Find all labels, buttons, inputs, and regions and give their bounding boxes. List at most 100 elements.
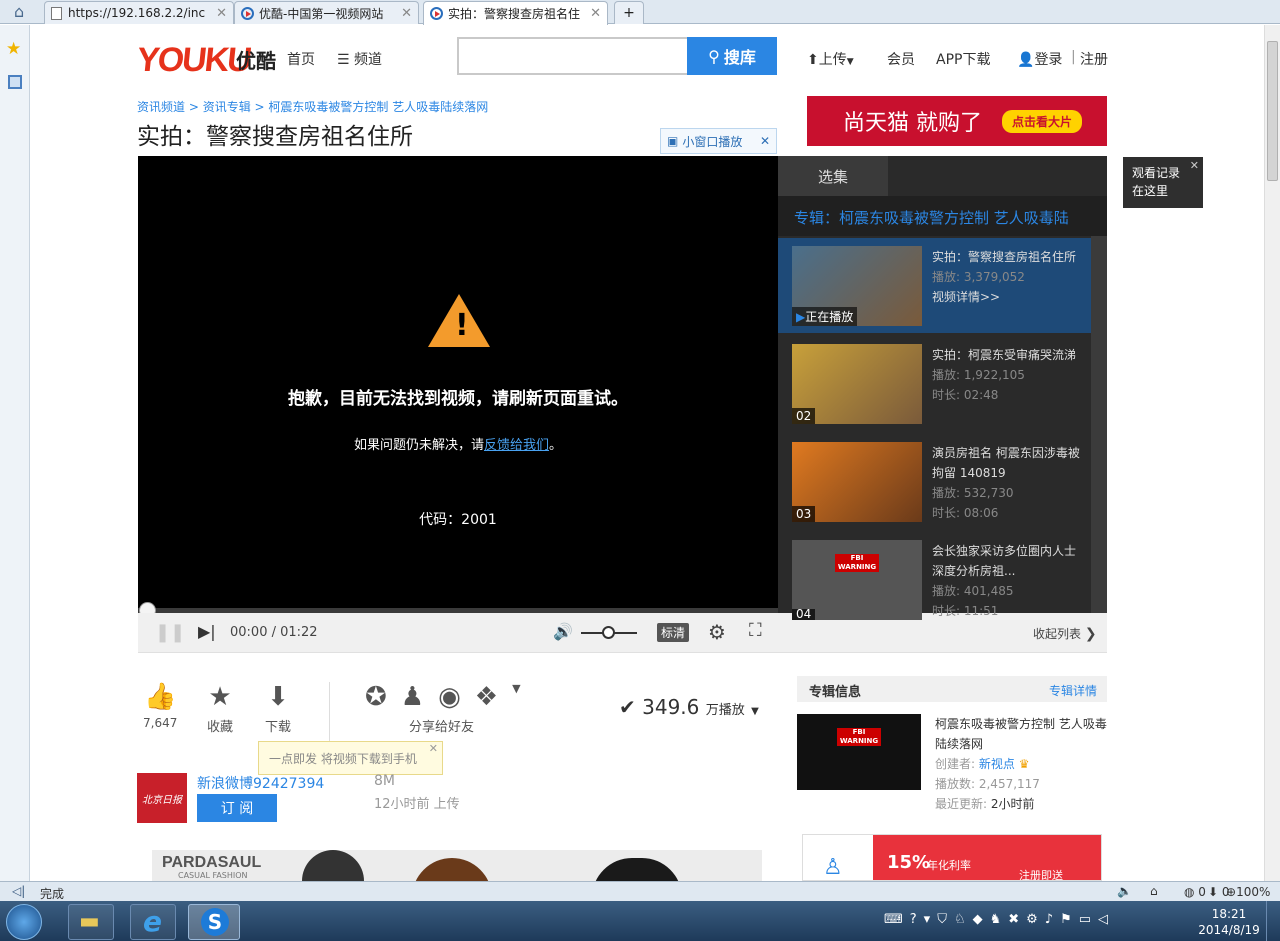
close-tab-icon[interactable]: ✕ — [401, 6, 412, 21]
upload-menu[interactable]: ⬆上传▼ — [807, 49, 854, 69]
thumbs-up-icon: 👍 — [143, 682, 177, 712]
member-link[interactable]: 会员 — [887, 49, 915, 69]
scrollbar-thumb[interactable] — [1267, 41, 1278, 181]
youku-logo[interactable]: YOUKU — [135, 41, 252, 80]
start-button[interactable] — [6, 904, 42, 940]
close-tab-icon[interactable]: ✕ — [590, 6, 601, 21]
ad-cta-button[interactable]: 点击看大片 — [1002, 109, 1083, 133]
nav-home[interactable]: 首页 — [287, 49, 315, 69]
breadcrumb-item[interactable]: 资讯频道 — [137, 100, 185, 114]
explorer-taskbar-button[interactable]: ▬ — [68, 904, 114, 940]
download-button[interactable]: ⬇ 下载 — [265, 682, 291, 735]
fullscreen-icon[interactable]: ⛶ — [749, 620, 762, 641]
avatar[interactable]: 北京日报 — [137, 773, 187, 823]
favorite-button[interactable]: ★ 收藏 — [207, 682, 233, 735]
playlist-item[interactable]: ▶正在播放 实拍：警察搜查房祖名住所 播放: 3,379,052 视频详情>> — [778, 238, 1091, 333]
play-icon: ▶ — [796, 310, 806, 324]
pause-icon[interactable]: ❚❚ — [155, 622, 185, 643]
app-download-link[interactable]: APP下载 — [936, 49, 990, 69]
mini-window-button[interactable]: ▣ 小窗口播放 ✕ — [660, 128, 777, 154]
wechat-icon[interactable]: ❖ — [475, 682, 498, 716]
crown-icon: ♛ — [1018, 757, 1030, 771]
menu-icon: ☰ — [337, 52, 350, 68]
page-scrollbar[interactable] — [1264, 25, 1280, 881]
close-icon[interactable]: ✕ — [1190, 157, 1199, 175]
playlist-heading[interactable]: 专辑：柯震东吸毒被警方控制 艺人吸毒陆 — [778, 196, 1107, 236]
volume-handle[interactable] — [602, 626, 615, 639]
qzone-star-icon[interactable]: ✪ — [365, 682, 387, 716]
clock[interactable]: 18:21 2014/8/19 — [1196, 906, 1262, 938]
home-icon[interactable]: ⌂ — [14, 2, 24, 21]
mini-window-icon: ▣ — [667, 134, 679, 148]
login-link[interactable]: 👤登录 — [1017, 49, 1062, 69]
web-page: YOUKU 优酷 首页 ☰ 频道 ⚲ 搜库 ⬆上传▼ 会员 APP下载 👤登录 |… — [31, 25, 1213, 881]
browser-tab-1[interactable]: https://192.168.2.2/inc ✕ — [44, 1, 234, 24]
play-count: ✔ 349.6 万播放 ▼ — [619, 695, 759, 719]
favorites-star-icon[interactable]: ★ — [6, 39, 21, 59]
playlist-scrollbar[interactable] — [1091, 236, 1107, 613]
video-thumbnail[interactable]: 02 — [792, 344, 922, 424]
youku-favicon-icon — [241, 6, 254, 20]
folder-icon: ▬ — [79, 909, 100, 934]
caret-down-icon[interactable]: ▼ — [512, 682, 520, 716]
weibo-icon[interactable]: ◉ — [438, 682, 461, 716]
caret-down-icon[interactable]: ▼ — [751, 706, 759, 717]
video-thumbnail[interactable]: ▶正在播放 — [792, 246, 922, 326]
tmall-ad-banner[interactable]: 尚天猫 就购了 点击看大片 — [807, 96, 1107, 146]
show-desktop-button[interactable] — [1266, 901, 1280, 941]
browser-tab-3-active[interactable]: 实拍：警察搜查房祖名住 ✕ — [423, 1, 608, 25]
search-input[interactable] — [457, 37, 687, 75]
settings-gear-icon[interactable]: ⚙ — [708, 620, 726, 644]
video-detail-link[interactable]: 视频详情>> — [932, 287, 1084, 307]
breadcrumb-item[interactable]: 柯震东吸毒被警方控制 艺人吸毒陆续落网 — [268, 100, 488, 114]
page-title: 实拍：警察搜查房祖名住所 — [137, 124, 413, 150]
feedback-link[interactable]: 反馈给我们 — [484, 438, 549, 453]
next-icon[interactable]: ▶| — [198, 622, 216, 641]
search-button[interactable]: ⚲ 搜库 — [687, 37, 777, 75]
register-link[interactable]: 注册 — [1080, 49, 1108, 69]
close-icon[interactable]: ✕ — [760, 134, 770, 148]
collapse-list-button[interactable]: 收起列表 ❯ — [1033, 625, 1097, 642]
shoe-graphic — [592, 858, 682, 881]
playlist-item[interactable]: 02 实拍：柯震东受审痛哭流涕 播放: 1,922,105 时长: 02:48 — [778, 336, 1091, 431]
volume-icon[interactable]: 🔈 — [1117, 884, 1132, 898]
playlist-item[interactable]: 03 演员房祖名 柯震东因涉毒被拘留 140819 播放: 532,730 时长: … — [778, 434, 1091, 529]
close-icon[interactable]: ✕ — [429, 742, 438, 755]
creator-link[interactable]: 新视点 — [979, 757, 1015, 771]
like-button[interactable]: 👍 7,647 — [143, 682, 177, 730]
playlist-panel: 选集 专辑：柯震东吸毒被警方控制 艺人吸毒陆 ▶正在播放 实拍：警察搜查房祖名住… — [778, 156, 1107, 620]
tab-episodes[interactable]: 选集 — [778, 156, 888, 196]
adblock-count[interactable]: ◍ 0 — [1184, 885, 1206, 899]
system-tray[interactable]: ⌨?▾⛉♘◆♞✖⚙♪⚑▭◁ — [884, 912, 1115, 927]
video-thumbnail[interactable]: 03 — [792, 442, 922, 522]
quality-button[interactable]: 标清 — [657, 623, 690, 642]
finance-ad-banner[interactable]: ♙ 15% 年化利率 注册即送 — [802, 834, 1102, 881]
download-tooltip: 一点即发 将视频下载到手机 ✕ — [258, 741, 443, 775]
panel-toggle-icon[interactable]: ◁| — [12, 884, 25, 898]
nav-channel[interactable]: ☰ 频道 — [337, 49, 382, 69]
browser-taskbar-button[interactable]: S — [188, 904, 240, 940]
close-tab-icon[interactable]: ✕ — [216, 6, 227, 21]
playlist-item[interactable]: FBI WARNING 04 会长独家采访多位圈内人士深度分析房祖... 播放: 4… — [778, 532, 1091, 627]
uploader-name[interactable]: 新浪微博92427394 — [197, 773, 324, 793]
volume-icon[interactable]: 🔊 — [553, 622, 573, 641]
sidebar-panel-icon[interactable] — [8, 75, 22, 89]
youku-favicon-icon — [430, 7, 443, 20]
qq-icon[interactable]: ♟ — [401, 682, 424, 716]
breadcrumb-item[interactable]: 资讯专辑 — [203, 100, 251, 114]
album-thumbnail[interactable]: FBI WARNING — [797, 714, 921, 790]
shoe-ad-banner[interactable]: PARDASAUL CASUAL FASHION — [152, 850, 762, 881]
browser-tab-2[interactable]: 优酷-中国第一视频网站 ✕ — [234, 1, 419, 24]
new-tab-button[interactable]: + — [614, 1, 644, 24]
ad-graphic — [302, 850, 364, 881]
subscribe-button[interactable]: 订 阅 — [197, 794, 277, 822]
youku-logo-cn[interactable]: 优酷 — [236, 45, 276, 74]
time-display: 00:00 / 01:22 — [230, 625, 318, 640]
extension-icon[interactable]: ⌂ — [1150, 884, 1158, 898]
zoom-level[interactable]: ⊕100% — [1226, 885, 1270, 899]
album-detail-link[interactable]: 专辑详情 — [1049, 682, 1097, 699]
album-title[interactable]: 柯震东吸毒被警方控制 艺人吸毒陆续落网 — [935, 714, 1107, 754]
video-player[interactable]: ! 抱歉，目前无法找到视频，请刷新页面重试。 如果问题仍未解决，请反馈给我们。 … — [138, 156, 778, 613]
ie-taskbar-button[interactable]: e — [130, 904, 176, 940]
video-thumbnail[interactable]: FBI WARNING 04 — [792, 540, 922, 620]
